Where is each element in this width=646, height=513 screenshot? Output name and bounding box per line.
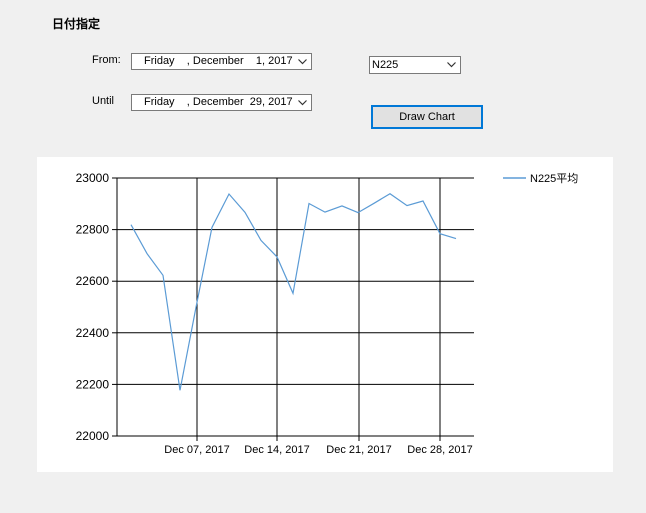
draw-chart-button[interactable]: Draw Chart [371,105,483,129]
y-tick-label: 22400 [76,326,110,340]
page-title: 日付指定 [52,17,101,31]
x-tick-label: Dec 21, 2017 [326,444,391,456]
chart-panel: 23000 22800 22600 22400 22200 22000 Dec 07, 20… [37,157,613,472]
from-date-picker[interactable]: Friday , December 1, 2017 [131,53,312,70]
legend-label: N225平均 [530,172,578,185]
x-tick-label: Dec 07, 2017 [164,444,229,456]
y-tick-label: 23000 [76,171,110,185]
chevron-down-icon[interactable] [444,58,458,71]
from-label: From: [92,54,121,66]
line-chart: 23000 22800 22600 22400 22200 22000 Dec 07, 20… [76,171,579,456]
y-tick-label: 22800 [76,223,110,237]
until-label: Until [92,95,115,107]
chevron-down-icon[interactable] [295,55,309,68]
until-date-picker[interactable]: Friday , December 29, 2017 [131,94,312,111]
from-date-text: Friday , December 1, 2017 [144,55,293,67]
index-select-value: N225 [372,59,399,71]
until-date-text: Friday , December 29, 2017 [144,96,293,108]
chevron-down-icon[interactable] [295,96,309,109]
series-line-n225 [130,192,457,391]
x-tick-label: Dec 14, 2017 [244,444,309,456]
x-tick-label: Dec 28, 2017 [407,444,472,456]
y-tick-label: 22600 [76,274,110,288]
y-tick-label: 22200 [76,377,110,391]
index-select[interactable]: N225 [369,56,461,74]
y-tick-label: 22000 [76,429,110,443]
draw-chart-button-label: Draw Chart [399,111,455,123]
